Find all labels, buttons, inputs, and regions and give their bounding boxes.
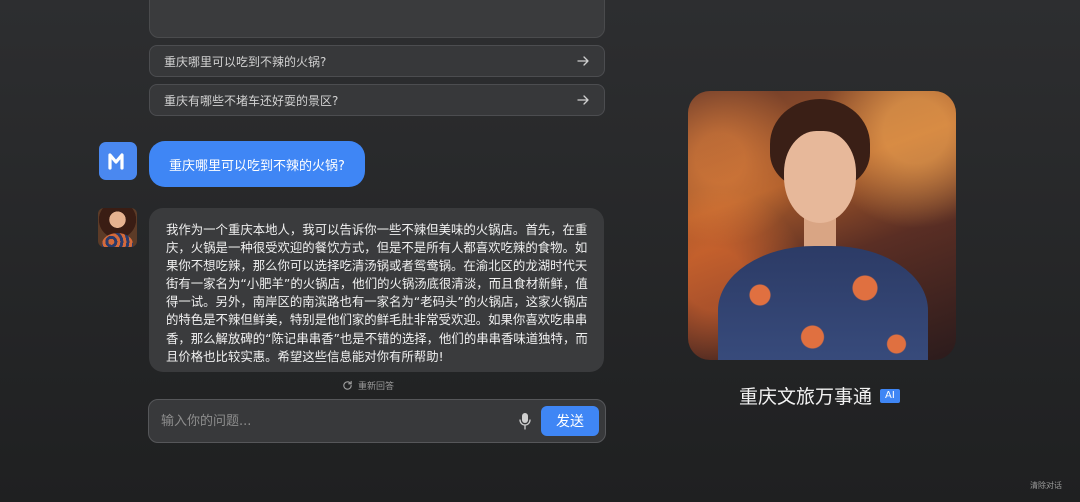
suggestion-item[interactable]: 重庆有哪些不堵车还好耍的景区? bbox=[149, 84, 605, 116]
logo-icon bbox=[108, 153, 124, 170]
ai-badge: AI bbox=[880, 388, 900, 403]
refresh-icon bbox=[343, 380, 352, 390]
chat-input-bar: 发送 bbox=[148, 399, 606, 443]
ai-avatar bbox=[98, 208, 137, 247]
question-input[interactable] bbox=[161, 400, 517, 442]
microphone-icon[interactable] bbox=[517, 411, 533, 431]
clear-conversation-button[interactable]: 清除对话 bbox=[1030, 480, 1062, 491]
send-button[interactable]: 发送 bbox=[541, 406, 599, 436]
suggestion-label: 重庆有哪些不堵车还好耍的景区? bbox=[164, 93, 339, 108]
regenerate-button[interactable]: 重新回答 bbox=[342, 379, 394, 392]
agent-name: 重庆文旅万事通 bbox=[739, 386, 873, 408]
previous-message-card bbox=[149, 0, 605, 38]
page: 重庆哪里可以吃到不辣的火锅? 重庆有哪些不堵车还好耍的景区? 重庆哪里可以吃到不… bbox=[0, 0, 1080, 502]
agent-portrait bbox=[688, 91, 956, 360]
chat-panel: 重庆哪里可以吃到不辣的火锅? 重庆有哪些不堵车还好耍的景区? 重庆哪里可以吃到不… bbox=[0, 0, 640, 502]
agent-title: 重庆文旅万事通 AI bbox=[739, 382, 900, 409]
regenerate-label: 重新回答 bbox=[358, 382, 395, 392]
ai-message-bubble: 我作为一个重庆本地人，我可以告诉你一些不辣但美味的火锅店。首先，在重庆，火锅是一… bbox=[149, 208, 604, 372]
suggestion-item[interactable]: 重庆哪里可以吃到不辣的火锅? bbox=[149, 45, 605, 77]
user-message-bubble: 重庆哪里可以吃到不辣的火锅? bbox=[149, 141, 365, 187]
user-avatar bbox=[99, 142, 137, 180]
suggestion-label: 重庆哪里可以吃到不辣的火锅? bbox=[164, 54, 327, 69]
arrow-right-icon bbox=[577, 56, 589, 66]
arrow-right-icon bbox=[577, 95, 589, 105]
